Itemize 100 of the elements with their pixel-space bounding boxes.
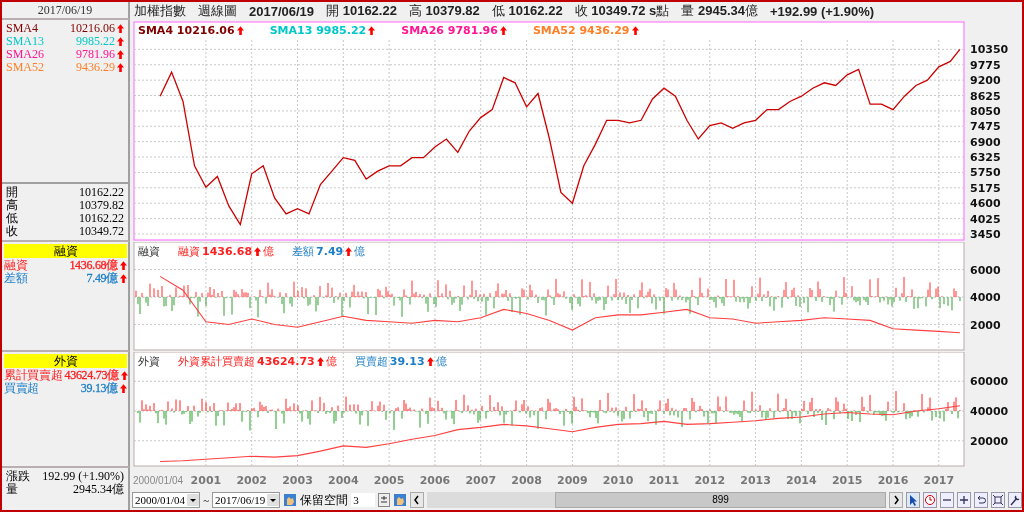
clock-icon[interactable] <box>923 492 937 508</box>
sma-name: SMA13 <box>6 35 44 48</box>
date-label: 2017/06/19 <box>2 2 130 20</box>
year-label: 2017 <box>923 474 955 487</box>
metric-value: 39.13億 <box>80 382 118 395</box>
legend-value: 43624.73 <box>257 355 315 368</box>
scroll-right-button[interactable] <box>889 492 903 508</box>
fit-icon[interactable] <box>991 492 1005 508</box>
legend-value: 39.13 <box>389 355 425 368</box>
legend-name: 外資累計買賣超 <box>178 354 255 369</box>
y-tick-label: 20000 <box>970 434 1009 448</box>
index-title: 加權指數 <box>134 2 186 20</box>
year-label: 2001 <box>190 474 222 487</box>
unit-label: 億 <box>325 354 337 369</box>
year-label: 2011 <box>648 474 680 487</box>
end-date-dropdown[interactable]: 2017/06/19 <box>212 492 281 508</box>
quote-label: 開 <box>6 186 18 199</box>
y-tick-label: 7475 <box>970 120 1001 134</box>
quote-value: 10162.22 <box>79 212 124 225</box>
year-label: 2009 <box>557 474 588 487</box>
legend-name: 買賣超 <box>354 354 388 369</box>
spinner-icon[interactable] <box>378 493 391 507</box>
dropdown-icon <box>267 494 280 506</box>
sma-value: 9436.29 <box>76 61 115 74</box>
year-label: 2014 <box>786 474 817 487</box>
sma-legend-text: SMA13 9985.22 <box>269 24 367 37</box>
pane-title: 融資 <box>138 244 160 259</box>
y-tick-label: 6000 <box>970 263 1001 277</box>
legend-name: 融資 <box>178 244 200 259</box>
year-label: 2005 <box>373 474 405 487</box>
unit-label: 億 <box>354 244 366 259</box>
date-value: 2017/06/19 <box>249 3 315 19</box>
metric-name: 買賣超 <box>4 382 40 395</box>
sma-value: 9781.96 <box>76 48 115 61</box>
y-tick-label: 5175 <box>970 181 1001 195</box>
scroll-left-button[interactable] <box>410 492 425 508</box>
year-label: 2007 <box>465 474 497 487</box>
section-title: 外資 <box>4 354 127 368</box>
legend-name: 差額 <box>292 244 315 259</box>
metric-name: 差額 <box>4 272 28 285</box>
sma-name: SMA26 <box>6 48 44 61</box>
sma-value: 9985.22 <box>76 35 115 48</box>
sma-legend-text: SMA4 10216.06 <box>138 24 235 37</box>
zoom-in-icon[interactable] <box>957 492 971 508</box>
sma-name: SMA52 <box>6 61 44 74</box>
sma-legend-text: SMA52 9436.29 <box>532 24 630 37</box>
quote-value: 10349.72 <box>79 225 124 238</box>
year-label: 2015 <box>831 474 863 487</box>
year-label: 2012 <box>694 474 726 487</box>
summary-value: 2945.34億 <box>73 483 124 496</box>
summary-label: 漲跌 <box>6 470 30 483</box>
dropdown-icon <box>187 494 200 506</box>
metric-value: 1436.68億 <box>69 259 118 272</box>
y-tick-label: 6325 <box>970 151 1001 165</box>
undo-icon[interactable] <box>974 492 988 508</box>
sma-name: SMA4 <box>6 22 38 35</box>
section-title: 融資 <box>4 244 127 258</box>
quote-text: 高 10379.82 <box>408 2 480 20</box>
hand-icon[interactable] <box>393 493 408 507</box>
start-date-label: 2000/01/04 <box>133 475 184 486</box>
pane-title: 外資 <box>138 354 160 369</box>
range-separator: ~ <box>203 494 210 506</box>
quote-text: 收 10349.72 s點 <box>574 2 670 20</box>
y-tick-label: 9775 <box>970 58 1001 72</box>
legend-value: 7.49 <box>316 245 344 258</box>
wrench-icon[interactable] <box>1008 492 1022 508</box>
y-tick-label: 9200 <box>970 74 1001 88</box>
year-label: 2016 <box>877 474 909 487</box>
scrollbar-thumb[interactable]: 899 <box>555 492 886 508</box>
year-label: 2003 <box>282 474 313 487</box>
metric-value: 43624.73億 <box>64 369 119 382</box>
pointer-icon[interactable] <box>906 492 920 508</box>
year-label: 2002 <box>236 474 268 487</box>
hand-icon[interactable] <box>283 493 298 507</box>
sma-legend-text: SMA26 9781.96 <box>401 24 498 37</box>
start-date-dropdown[interactable]: 2000/01/04 <box>132 492 201 508</box>
y-tick-label: 10350 <box>970 43 1009 57</box>
quote-value: 10379.82 <box>79 199 124 212</box>
quote-text: 量 2945.34億 <box>681 2 758 20</box>
reserve-space-label: 保留空間 <box>300 491 349 509</box>
quote-label: 收 <box>6 225 18 238</box>
y-tick-label: 4600 <box>970 197 1001 211</box>
quote-text: 低 10162.22 <box>491 2 563 20</box>
y-tick-label: 8625 <box>970 89 1001 103</box>
scrollbar-track[interactable]: 899 <box>427 492 886 508</box>
year-label: 2010 <box>602 474 634 487</box>
unit-label: 億 <box>435 354 447 369</box>
y-tick-label: 4025 <box>970 212 1001 226</box>
year-label: 2004 <box>328 474 359 487</box>
y-tick-label: 60000 <box>970 375 1009 389</box>
sma-value: 10216.06 <box>70 22 115 35</box>
summary-value: 192.99 (+1.90%) <box>42 470 124 483</box>
zoom-out-icon[interactable] <box>940 492 954 508</box>
year-label: 2006 <box>419 474 451 487</box>
period-label: 週線圖 <box>198 2 237 20</box>
quote-text: 開 10162.22 <box>326 2 397 20</box>
quote-label: 高 <box>6 199 18 212</box>
reserve-space-field[interactable]: 3 <box>351 493 376 507</box>
metric-value: 7.49億 <box>86 272 118 285</box>
metric-name: 累計買賣超 <box>4 369 63 382</box>
